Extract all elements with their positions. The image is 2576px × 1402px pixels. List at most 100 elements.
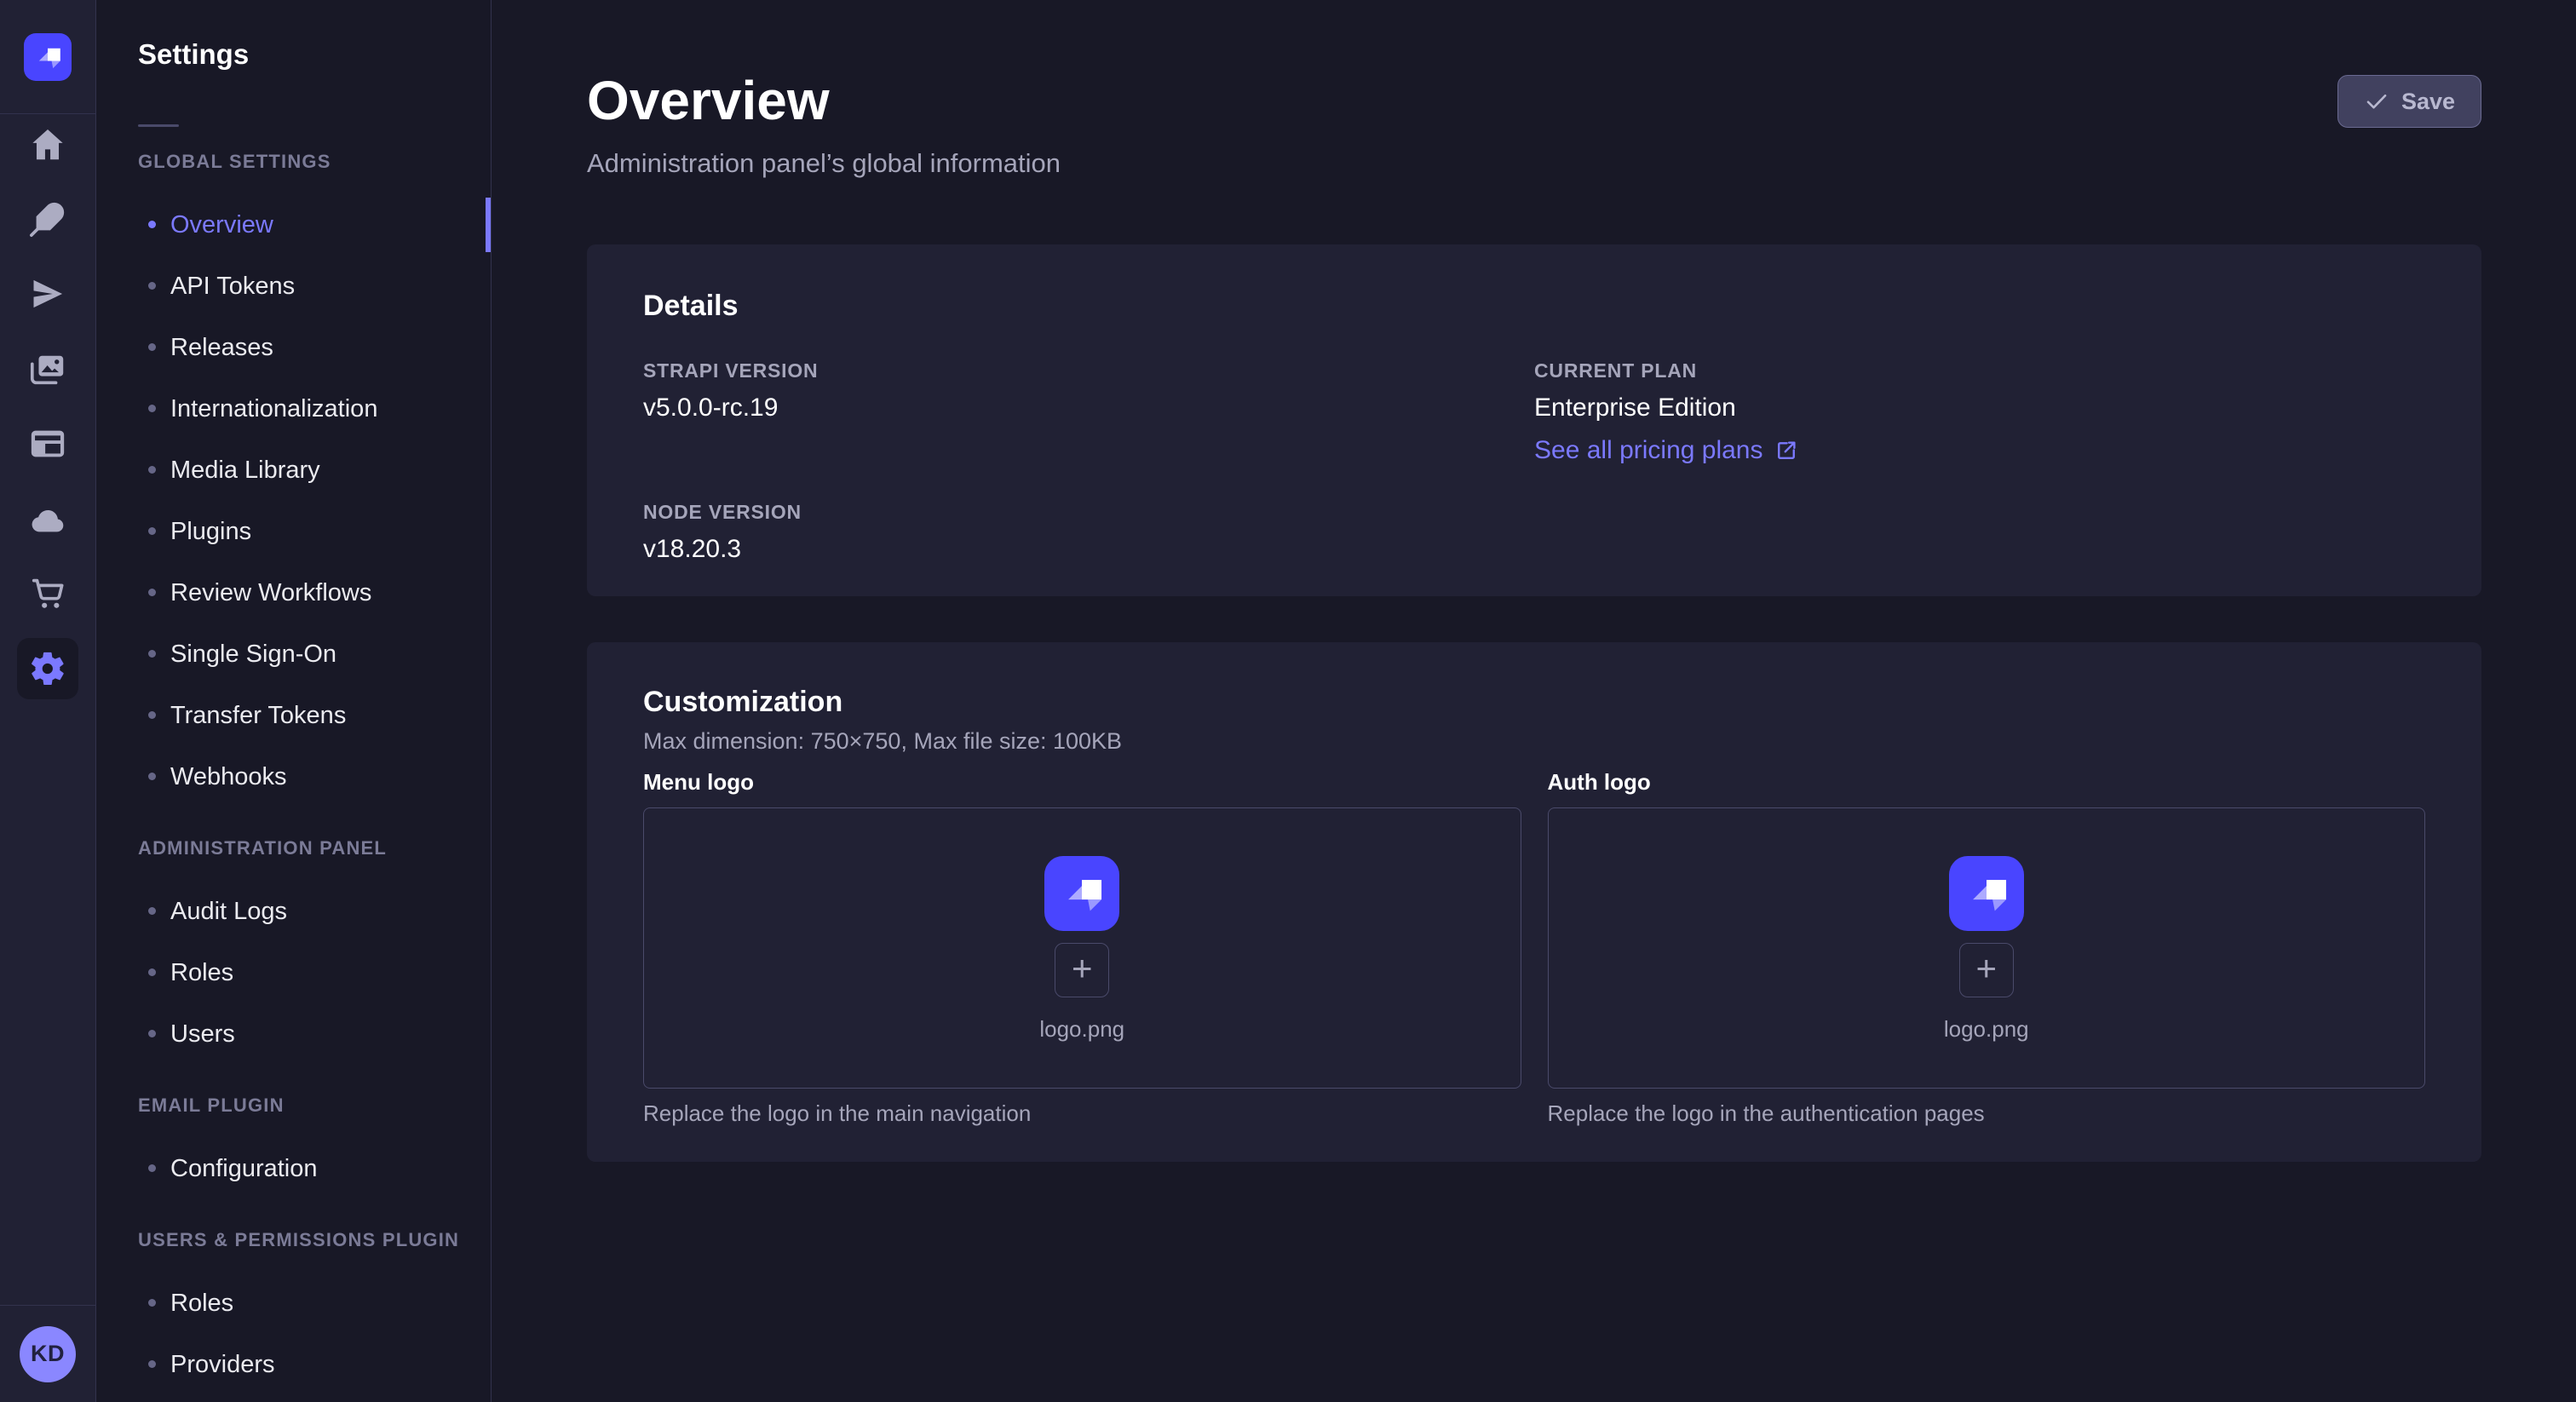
images-icon[interactable] [17, 339, 78, 400]
sidebar-item-overview[interactable]: Overview [95, 194, 491, 256]
bullet-icon [148, 711, 156, 719]
subnav-section: ADMINISTRATION PANEL Audit Logs Roles Us… [95, 816, 491, 1065]
main-content: Overview Administration panel’s global i… [491, 0, 2576, 1402]
strapi-version-label: STRAPI VERSION [643, 359, 1534, 382]
sidebar-item-webhooks[interactable]: Webhooks [95, 746, 491, 807]
sidebar-item-label: Audit Logs [170, 898, 287, 926]
upload-field-label: Auth logo [1548, 768, 2426, 796]
details-card-title: Details [643, 289, 2425, 323]
nav-rail: KD [0, 0, 96, 1402]
user-avatar[interactable]: KD [20, 1326, 76, 1382]
sidebar-item-providers[interactable]: Providers [95, 1334, 491, 1395]
subnav-section: EMAIL PLUGIN Configuration [95, 1073, 491, 1199]
node-version-label: NODE VERSION [643, 500, 1534, 524]
save-button[interactable]: Save [2337, 75, 2481, 128]
sidebar-item-audit-logs[interactable]: Audit Logs [95, 881, 491, 942]
save-button-label: Save [2401, 89, 2455, 115]
subnav-section-items: Roles Providers [95, 1273, 491, 1395]
pricing-plans-link-label: See all pricing plans [1534, 435, 1763, 466]
feather-icon[interactable] [17, 188, 78, 250]
bullet-icon [148, 466, 156, 474]
bullet-icon [148, 1030, 156, 1037]
sidebar-item-plugins[interactable]: Plugins [95, 501, 491, 562]
current-plan-value: Enterprise Edition [1534, 393, 2425, 423]
cart-icon[interactable] [17, 562, 78, 623]
subnav-section: GLOBAL SETTINGS Overview API Tokens Rele… [95, 129, 491, 807]
sidebar-item-label: Releases [170, 334, 273, 362]
bullet-icon [148, 1360, 156, 1368]
sidebar-item-media-library[interactable]: Media Library [95, 440, 491, 501]
current-plan-field: CURRENT PLAN Enterprise Edition [1534, 359, 2425, 423]
check-icon [2364, 89, 2389, 114]
subnav-section-items: Overview API Tokens Releases Internation… [95, 194, 491, 807]
bullet-icon [148, 589, 156, 596]
sidebar-item-label: Roles [170, 1290, 233, 1318]
sidebar-item-transfer-tokens[interactable]: Transfer Tokens [95, 685, 491, 746]
subnav-section-label: GLOBAL SETTINGS [95, 129, 491, 194]
sidebar-item-label: Single Sign-On [170, 641, 336, 669]
node-version-field: NODE VERSION v18.20.3 [643, 500, 1534, 565]
sidebar-item-label: API Tokens [170, 273, 295, 301]
cloud-icon[interactable] [17, 489, 78, 550]
paper-plane-icon[interactable] [17, 263, 78, 325]
sidebar-item-releases[interactable]: Releases [95, 317, 491, 378]
upload-grid: Menu logo + logo.png Replace the logo in… [643, 768, 2425, 1127]
sidebar-item-label: Roles [170, 959, 233, 987]
bullet-icon [148, 1164, 156, 1172]
sidebar-item-configuration[interactable]: Configuration [95, 1138, 491, 1199]
sidebar-item-label: Internationalization [170, 395, 377, 423]
add-logo-button[interactable]: + [1959, 943, 2014, 997]
bullet-icon [148, 282, 156, 290]
subnav-section-items: Audit Logs Roles Users [95, 881, 491, 1065]
sidebar-item-roles[interactable]: Roles [95, 1273, 491, 1334]
customization-card: Customization Max dimension: 750×750, Ma… [587, 642, 2481, 1162]
plus-icon: + [1072, 951, 1093, 986]
sidebar-item-label: Webhooks [170, 763, 287, 791]
external-link-icon [1774, 438, 1799, 463]
details-col-right: CURRENT PLAN Enterprise Edition See all … [1534, 359, 2425, 565]
sidebar-item-label: Overview [170, 211, 273, 239]
brand-logo-wrap [0, 0, 95, 114]
layout-icon[interactable] [17, 413, 78, 474]
sidebar-item-api-tokens[interactable]: API Tokens [95, 256, 491, 317]
customization-card-title: Customization [643, 685, 2425, 719]
details-card: Details STRAPI VERSION v5.0.0-rc.19 NODE… [587, 244, 2481, 596]
logo-upload-dropzone[interactable]: + logo.png [643, 807, 1521, 1089]
pricing-plans-link[interactable]: See all pricing plans [1534, 435, 1799, 466]
plus-icon: + [1975, 951, 1997, 986]
rail-footer: KD [0, 1305, 95, 1402]
upload-field-label: Menu logo [643, 768, 1521, 796]
sidebar-item-roles[interactable]: Roles [95, 942, 491, 1003]
sidebar-item-single-sign-on[interactable]: Single Sign-On [95, 623, 491, 685]
sidebar-item-internationalization[interactable]: Internationalization [95, 378, 491, 440]
details-col-left: STRAPI VERSION v5.0.0-rc.19 NODE VERSION… [643, 359, 1534, 565]
node-version-value: v18.20.3 [643, 534, 1534, 565]
subnav-section-label: USERS & PERMISSIONS PLUGIN [95, 1208, 491, 1273]
page-title: Overview [587, 73, 2576, 128]
subnav-title: Settings [138, 37, 491, 72]
bullet-icon [148, 907, 156, 915]
sidebar-item-label: Plugins [170, 518, 251, 546]
gear-icon[interactable] [17, 638, 78, 699]
bullet-icon [148, 221, 156, 228]
home-icon[interactable] [17, 114, 78, 175]
logo-upload-cell: Menu logo + logo.png Replace the logo in… [643, 768, 1521, 1127]
sidebar-item-label: Transfer Tokens [170, 702, 346, 730]
sidebar-item-review-workflows[interactable]: Review Workflows [95, 562, 491, 623]
current-plan-label: CURRENT PLAN [1534, 359, 2425, 382]
settings-subnav: Settings GLOBAL SETTINGS Overview API To… [95, 0, 492, 1402]
sidebar-item-label: Users [170, 1020, 235, 1049]
logo-upload-dropzone[interactable]: + logo.png [1548, 807, 2426, 1089]
subnav-section-label: EMAIL PLUGIN [95, 1073, 491, 1138]
bullet-icon [148, 405, 156, 412]
sidebar-item-users[interactable]: Users [95, 1003, 491, 1065]
subnav-sections: GLOBAL SETTINGS Overview API Tokens Rele… [95, 129, 491, 1395]
customization-card-subtitle: Max dimension: 750×750, Max file size: 1… [643, 727, 2425, 755]
sidebar-item-label: Media Library [170, 457, 320, 485]
strapi-logo-preview-icon [1044, 856, 1119, 931]
strapi-logo-icon[interactable] [24, 33, 72, 81]
subnav-title-divider [138, 124, 179, 127]
logo-upload-cell: Auth logo + logo.png Replace the logo in… [1548, 768, 2426, 1127]
bullet-icon [148, 343, 156, 351]
add-logo-button[interactable]: + [1055, 943, 1109, 997]
